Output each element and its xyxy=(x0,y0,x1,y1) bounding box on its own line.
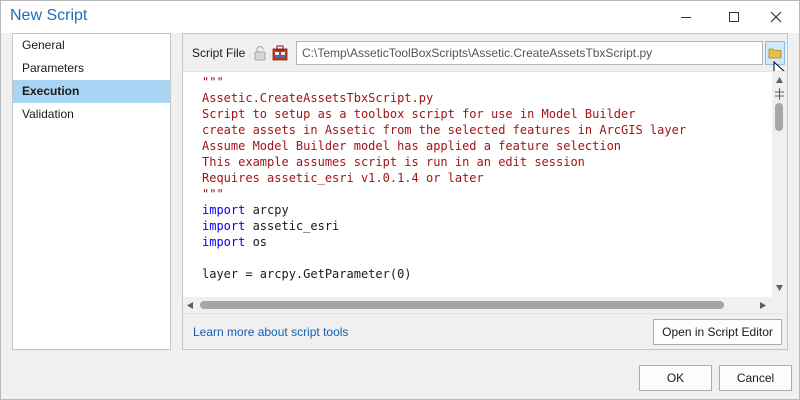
unlock-icon[interactable] xyxy=(253,45,267,61)
code-line[interactable]: """ xyxy=(202,74,762,90)
code-docstring: """ xyxy=(202,75,224,89)
code-line[interactable]: Assume Model Builder model has applied a… xyxy=(202,138,762,154)
code-editor[interactable]: """ Assetic.CreateAssetsTbxScript.py Scrip… xyxy=(183,71,787,314)
code-keyword: import xyxy=(202,235,246,249)
code-docstring: """ xyxy=(202,187,224,201)
maximize-button[interactable] xyxy=(711,1,757,33)
code-text: layer = arcpy.GetParameter(0) xyxy=(202,267,412,281)
code-line[interactable]: This example assumes script is run in an… xyxy=(202,154,762,170)
editor-split-icon[interactable] xyxy=(774,88,785,100)
folder-icon xyxy=(768,48,782,59)
embed-script-icon[interactable] xyxy=(272,44,288,61)
minimize-button[interactable] xyxy=(663,1,709,33)
sidebar-item-parameters[interactable]: Parameters xyxy=(13,57,170,80)
code-line[interactable] xyxy=(202,250,762,266)
horizontal-scroll-thumb[interactable] xyxy=(200,301,724,309)
sidebar-item-validation[interactable]: Validation xyxy=(13,103,170,126)
cancel-button[interactable]: Cancel xyxy=(719,365,792,391)
script-file-label: Script File xyxy=(192,46,246,60)
execution-panel: Script File C:\Temp\AsseticToolBoxScript… xyxy=(182,33,788,350)
code-line[interactable]: create assets in Assetic from the select… xyxy=(202,122,762,138)
scroll-left-arrow-icon[interactable] xyxy=(186,301,194,310)
horizontal-scrollbar[interactable] xyxy=(183,297,772,313)
code-docstring: Assume Model Builder model has applied a… xyxy=(202,139,622,153)
code-docstring: Script to setup as a toolbox script for … xyxy=(202,107,636,121)
code-keyword: import xyxy=(202,219,246,233)
code-docstring: create assets in Assetic from the select… xyxy=(202,123,687,137)
scroll-down-arrow-icon[interactable] xyxy=(775,284,784,292)
vertical-scrollbar[interactable] xyxy=(772,72,787,297)
code-area[interactable]: """ Assetic.CreateAssetsTbxScript.py Scrip… xyxy=(202,74,762,282)
sidebar-nav: General Parameters Execution Validation xyxy=(12,33,171,350)
close-button[interactable] xyxy=(753,1,799,33)
code-line[interactable]: import assetic_esri xyxy=(202,218,762,234)
vertical-scroll-thumb[interactable] xyxy=(775,103,783,131)
ok-button[interactable]: OK xyxy=(639,365,712,391)
maximize-icon xyxy=(729,12,739,22)
code-text: os xyxy=(245,235,268,249)
close-icon xyxy=(770,11,782,23)
code-docstring: Requires assetic_esri v1.0.1.4 or later xyxy=(202,171,484,185)
scrollbar-corner xyxy=(772,297,787,313)
code-docstring: Assetic.CreateAssetsTbxScript.py xyxy=(202,91,434,105)
script-file-row: Script File xyxy=(183,40,787,82)
scroll-up-arrow-icon[interactable] xyxy=(775,76,784,84)
new-script-dialog: New Script General Parameters Execution … xyxy=(0,0,800,400)
code-keyword: import xyxy=(202,203,246,217)
code-line[interactable]: import arcpy xyxy=(202,202,762,218)
open-in-script-editor-button[interactable]: Open in Script Editor xyxy=(653,319,782,345)
minimize-icon xyxy=(681,16,691,18)
code-line[interactable]: Script to setup as a toolbox script for … xyxy=(202,106,762,122)
code-line[interactable]: layer = arcpy.GetParameter(0) xyxy=(202,266,762,282)
title-bar: New Script xyxy=(1,1,799,33)
code-line[interactable]: """ xyxy=(202,186,762,202)
code-line[interactable]: Requires assetic_esri v1.0.1.4 or later xyxy=(202,170,762,186)
scroll-right-arrow-icon[interactable] xyxy=(759,301,767,310)
sidebar-item-execution[interactable]: Execution xyxy=(13,80,170,103)
learn-more-link[interactable]: Learn more about script tools xyxy=(193,325,348,339)
dialog-title: New Script xyxy=(10,7,88,24)
code-text: assetic_esri xyxy=(245,219,340,233)
script-file-path-input[interactable] xyxy=(296,41,763,65)
code-line[interactable]: import os xyxy=(202,234,762,250)
sidebar-item-general[interactable]: General xyxy=(13,34,170,57)
dialog-content: General Parameters Execution Validation … xyxy=(1,33,799,399)
code-docstring: This example assumes script is run in an… xyxy=(202,155,585,169)
code-text: arcpy xyxy=(245,203,289,217)
code-line[interactable]: Assetic.CreateAssetsTbxScript.py xyxy=(202,90,762,106)
